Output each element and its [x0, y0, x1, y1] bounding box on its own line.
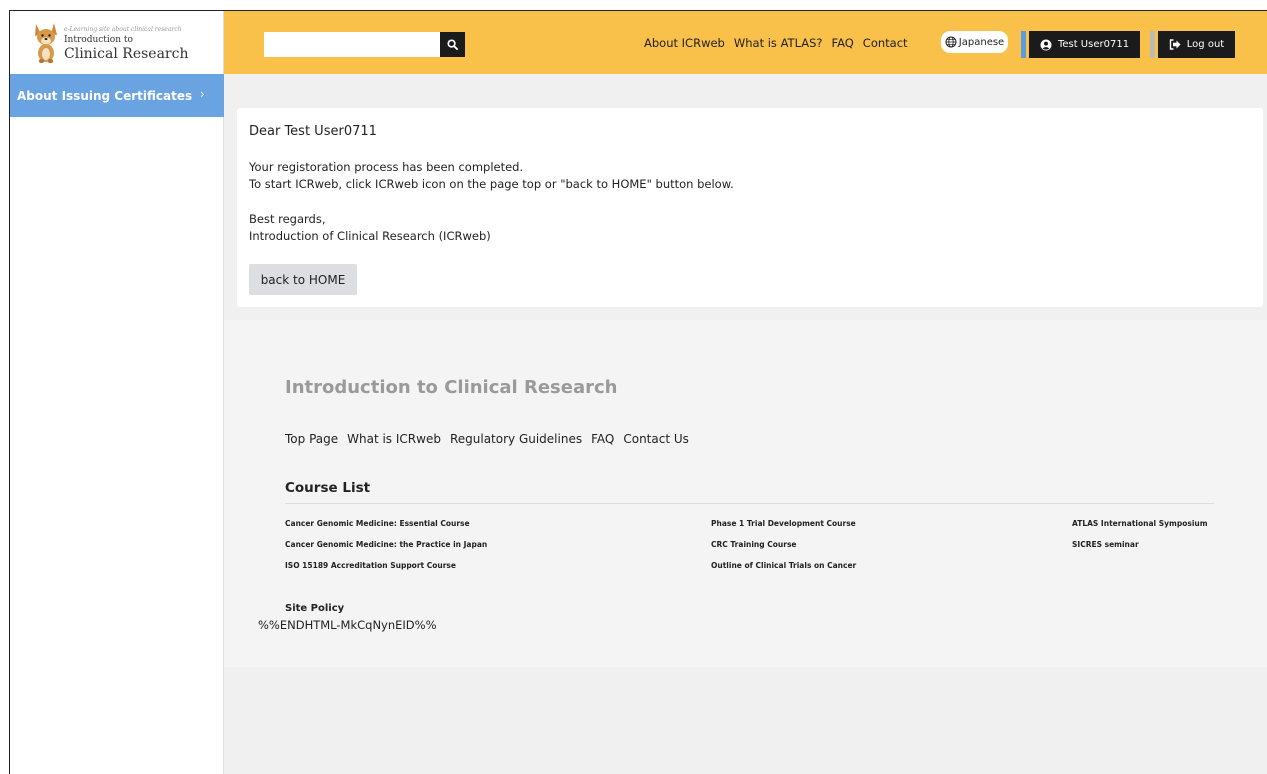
course-link[interactable]: SICRES seminar	[1072, 540, 1139, 549]
user-account-button[interactable]: Test User0711	[1029, 31, 1140, 58]
top-header: About ICRweb What is ATLAS? FAQ Contact …	[224, 11, 1267, 74]
footer: Introduction to Clinical Research Top Pa…	[224, 320, 1267, 667]
footer-link-top-page[interactable]: Top Page	[285, 432, 338, 446]
site-logo[interactable]: e-Learning site about clinical research …	[10, 11, 224, 74]
site-policy-link[interactable]: Site Policy	[285, 603, 344, 614]
logo-title: Clinical Research	[64, 46, 189, 62]
globe-icon	[945, 36, 957, 48]
user-accent-bar	[1021, 31, 1026, 58]
course-link[interactable]: Outline of Clinical Trials on Cancer	[711, 561, 856, 570]
course-list-divider	[285, 503, 1214, 504]
user-name-label: Test User0711	[1057, 39, 1130, 50]
search-input[interactable]	[264, 32, 440, 57]
logo-tagline: e-Learning site about clinical research	[64, 26, 182, 33]
course-link[interactable]: ATLAS International Symposium	[1072, 519, 1208, 528]
sidebar-item-about-issuing-certificates[interactable]: About Issuing Certificates ›	[10, 74, 224, 117]
nav-faq[interactable]: FAQ	[832, 36, 854, 50]
app-frame: e-Learning site about clinical research …	[9, 10, 1267, 774]
logout-button[interactable]: Log out	[1158, 31, 1235, 58]
search-button[interactable]	[440, 32, 465, 57]
nav-contact[interactable]: Contact	[863, 36, 908, 50]
language-label: Japanese	[958, 36, 1005, 48]
back-to-home-button[interactable]: back to HOME	[249, 264, 357, 295]
closing-line-1: Best regards,	[249, 212, 326, 226]
logout-accent-bar	[1150, 31, 1155, 58]
trailing-text: %%ENDHTML-MkCqNynEID%%	[258, 618, 437, 632]
logout-label: Log out	[1186, 39, 1225, 50]
search-icon	[447, 39, 458, 50]
footer-link-what-is-icrweb[interactable]: What is ICRweb	[347, 432, 441, 446]
footer-link-faq[interactable]: FAQ	[591, 432, 614, 446]
sidebar-item-label: About Issuing Certificates	[17, 88, 193, 103]
user-circle-icon	[1040, 39, 1052, 50]
footer-link-contact-us[interactable]: Contact Us	[623, 432, 689, 446]
footer-links: Top Page What is ICRweb Regulatory Guide…	[285, 432, 689, 446]
chevron-right-icon: ›	[200, 87, 205, 101]
course-link[interactable]: Phase 1 Trial Development Course	[711, 519, 856, 528]
message-card: Dear Test User0711 Your registoration pr…	[237, 108, 1263, 307]
header-nav: About ICRweb What is ATLAS? FAQ Contact	[644, 36, 908, 50]
course-link[interactable]: ISO 15189 Accreditation Support Course	[285, 561, 456, 570]
course-list-heading: Course List	[285, 480, 371, 496]
language-switch-button[interactable]: Japanese	[941, 31, 1008, 53]
sidebar: About Issuing Certificates ›	[10, 74, 224, 774]
footer-title: Introduction to Clinical Research	[285, 377, 618, 398]
course-link[interactable]: Cancer Genomic Medicine: the Practice in…	[285, 540, 487, 549]
course-link[interactable]: Cancer Genomic Medicine: Essential Cours…	[285, 519, 470, 528]
nav-what-is-atlas[interactable]: What is ATLAS?	[734, 36, 823, 50]
message-line-1: Your registoration process has been comp…	[249, 160, 524, 174]
greeting: Dear Test User0711	[249, 124, 377, 139]
message-line-2: To start ICRweb, click ICRweb icon on th…	[249, 177, 734, 191]
sign-out-icon	[1169, 39, 1181, 50]
dog-mascot-icon	[35, 23, 57, 63]
logo-subtitle: Introduction to	[64, 35, 133, 45]
closing-line-2: Introduction of Clinical Research (ICRwe…	[249, 229, 491, 243]
footer-link-regulatory-guidelines[interactable]: Regulatory Guidelines	[450, 432, 582, 446]
nav-about-icrweb[interactable]: About ICRweb	[644, 36, 725, 50]
course-link[interactable]: CRC Training Course	[711, 540, 797, 549]
